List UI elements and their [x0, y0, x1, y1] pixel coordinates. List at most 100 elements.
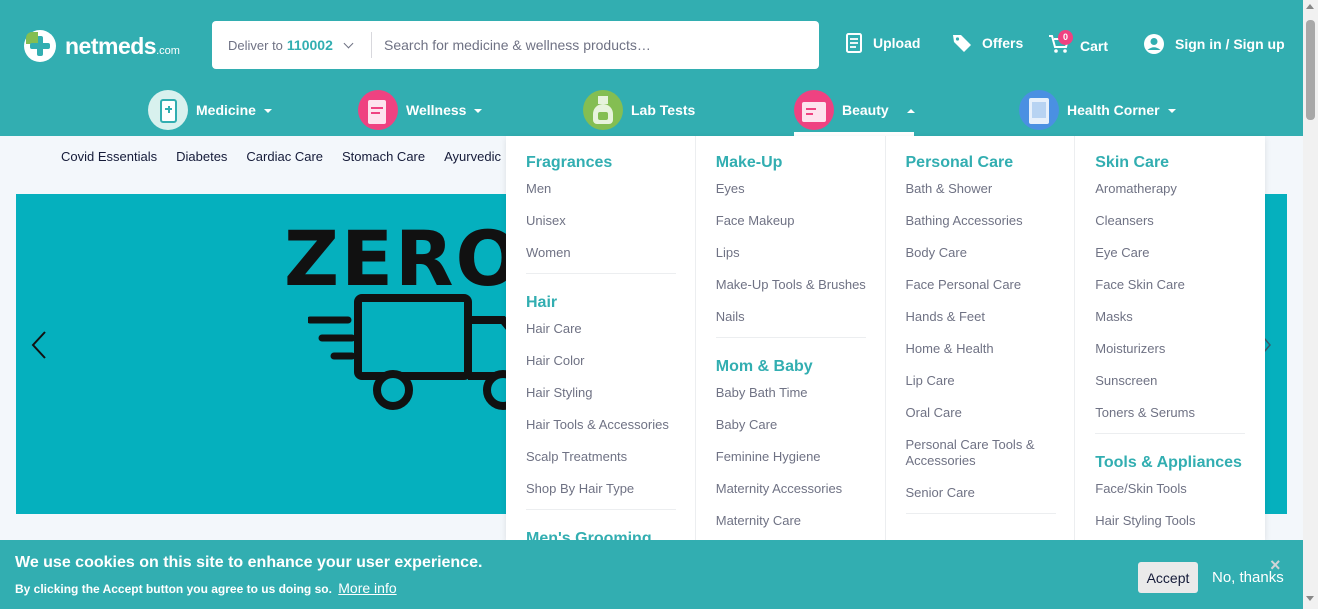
- logo-text: netmeds: [65, 32, 157, 59]
- menu-item[interactable]: Oral Care: [906, 405, 1075, 437]
- signin-label: Sign in / Sign up: [1175, 36, 1285, 52]
- menu-item[interactable]: Baby Bath Time: [716, 385, 885, 417]
- menu-item[interactable]: Hair Tools & Accessories: [526, 417, 695, 449]
- beauty-mega-menu: Fragrances Men Unisex Women Hair Hair Ca…: [506, 136, 1265, 540]
- nav-beauty-label: Beauty: [842, 102, 889, 118]
- prescription-icon: [846, 33, 862, 53]
- cart-link[interactable]: 0 Cart: [1048, 30, 1109, 58]
- menu-item[interactable]: Lips: [716, 245, 885, 277]
- nav-lab-tests[interactable]: Lab Tests: [583, 89, 695, 131]
- scroll-down-icon[interactable]: [1306, 596, 1314, 601]
- more-info-link[interactable]: More info: [338, 580, 396, 596]
- menu-item[interactable]: Men: [526, 181, 695, 213]
- menu-item[interactable]: Cleansers: [1095, 213, 1265, 245]
- menu-divider: [905, 513, 1056, 514]
- plus-logo-icon: [24, 30, 56, 62]
- menu-heading-personal-care[interactable]: Personal Care: [906, 154, 1075, 172]
- nav-medicine[interactable]: Medicine: [148, 89, 272, 131]
- nav-wellness[interactable]: Wellness: [358, 89, 483, 131]
- search-input[interactable]: [384, 37, 804, 53]
- search-bar: Deliver to 110002: [212, 21, 819, 69]
- menu-item[interactable]: Hands & Feet: [906, 309, 1075, 341]
- caret-up-icon: [906, 109, 915, 113]
- menu-heading-fragrances[interactable]: Fragrances: [526, 154, 695, 172]
- nav-health-corner-label: Health Corner: [1067, 102, 1160, 118]
- menu-item[interactable]: Personal Care Tools & Accessories: [906, 437, 1046, 485]
- menu-item[interactable]: Aromatherapy: [1095, 181, 1265, 213]
- menu-item[interactable]: Face Personal Care: [906, 277, 1075, 309]
- close-icon[interactable]: ×: [1270, 555, 1281, 576]
- cart-label: Cart: [1080, 37, 1109, 54]
- menu-item[interactable]: Masks: [1095, 309, 1265, 341]
- menu-heading-skin-care[interactable]: Skin Care: [1095, 154, 1265, 172]
- menu-item[interactable]: Bathing Accessories: [906, 213, 1075, 245]
- menu-divider: [715, 337, 866, 338]
- deliver-to-selector[interactable]: Deliver to 110002: [212, 32, 372, 58]
- netmeds-logo[interactable]: netmeds .com: [24, 30, 180, 62]
- menu-item[interactable]: Hair Styling Tools: [1095, 513, 1265, 540]
- menu-item[interactable]: Scalp Treatments: [526, 449, 695, 481]
- menu-divider: [526, 509, 676, 510]
- cookie-description: By clicking the Accept button you agree …: [15, 582, 332, 596]
- menu-item[interactable]: Maternity Care: [716, 513, 885, 540]
- menu-item[interactable]: Eye Care: [1095, 245, 1265, 277]
- nav-beauty[interactable]: Beauty: [794, 89, 915, 131]
- user-icon: [1144, 34, 1164, 54]
- offers-label: Offers: [982, 35, 1024, 51]
- menu-item[interactable]: Eyes: [716, 181, 885, 213]
- menu-item[interactable]: Unisex: [526, 213, 695, 245]
- pincode: 110002: [286, 37, 333, 53]
- menu-divider: [526, 273, 676, 274]
- menu-item[interactable]: Hair Color: [526, 353, 695, 385]
- menu-heading-tools-appliances[interactable]: Tools & Appliances: [1095, 454, 1265, 472]
- caret-down-icon: [1167, 109, 1176, 113]
- offers-link[interactable]: Offers: [952, 33, 1023, 53]
- menu-item[interactable]: Moisturizers: [1095, 341, 1265, 373]
- menu-item[interactable]: Maternity Accessories: [716, 481, 885, 513]
- menu-heading-mom-baby[interactable]: Mom & Baby: [716, 358, 885, 376]
- scroll-up-icon[interactable]: [1306, 4, 1314, 9]
- health-corner-icon: [1019, 90, 1059, 130]
- tag-icon: [953, 35, 971, 52]
- menu-item[interactable]: Face/Skin Tools: [1095, 481, 1265, 513]
- menu-divider: [1095, 433, 1246, 434]
- menu-item[interactable]: Face Skin Care: [1095, 277, 1265, 309]
- menu-heading-makeup[interactable]: Make-Up: [716, 154, 885, 172]
- upload-link[interactable]: Upload: [845, 33, 920, 53]
- menu-item[interactable]: Lip Care: [906, 373, 1075, 405]
- menu-item[interactable]: Hair Care: [526, 321, 695, 353]
- menu-heading-hair[interactable]: Hair: [526, 294, 695, 312]
- cookie-banner: We use cookies on this site to enhance y…: [0, 540, 1303, 609]
- subnav-covid-essentials[interactable]: Covid Essentials: [61, 149, 157, 164]
- cart-count-badge: 0: [1058, 30, 1073, 45]
- nav-health-corner[interactable]: Health Corner: [1019, 89, 1176, 131]
- page-scrollbar[interactable]: [1303, 0, 1318, 609]
- cookie-text: By clicking the Accept button you agree …: [15, 580, 397, 596]
- chevron-down-icon: [343, 38, 354, 48]
- subnav-ayurvedic[interactable]: Ayurvedic: [444, 149, 501, 164]
- accept-button[interactable]: Accept: [1138, 562, 1198, 593]
- menu-item[interactable]: Face Makeup: [716, 213, 885, 245]
- carousel-prev-icon[interactable]: [30, 330, 48, 360]
- signin-link[interactable]: Sign in / Sign up: [1143, 33, 1285, 55]
- menu-heading-mens-grooming[interactable]: Men's Grooming: [526, 530, 695, 540]
- lab-tests-icon: [583, 90, 623, 130]
- menu-item[interactable]: Hair Styling: [526, 385, 695, 417]
- scroll-thumb[interactable]: [1306, 20, 1315, 120]
- menu-item[interactable]: Make-Up Tools & Brushes: [716, 277, 885, 309]
- nav-wellness-label: Wellness: [406, 102, 467, 118]
- upload-label: Upload: [873, 35, 921, 51]
- subnav-stomach-care[interactable]: Stomach Care: [342, 149, 425, 164]
- subnav-diabetes[interactable]: Diabetes: [176, 149, 227, 164]
- menu-item[interactable]: Baby Care: [716, 417, 885, 449]
- menu-item[interactable]: Bath & Shower: [906, 181, 1075, 213]
- beauty-icon: [794, 90, 834, 130]
- wellness-icon: [358, 90, 398, 130]
- menu-item[interactable]: Sunscreen: [1095, 373, 1265, 405]
- caret-down-icon: [474, 109, 483, 113]
- caret-down-icon: [263, 109, 272, 113]
- subnav-cardiac-care[interactable]: Cardiac Care: [246, 149, 323, 164]
- menu-item[interactable]: Home & Health: [906, 341, 1075, 373]
- menu-item[interactable]: Feminine Hygiene: [716, 449, 885, 481]
- menu-item[interactable]: Body Care: [906, 245, 1075, 277]
